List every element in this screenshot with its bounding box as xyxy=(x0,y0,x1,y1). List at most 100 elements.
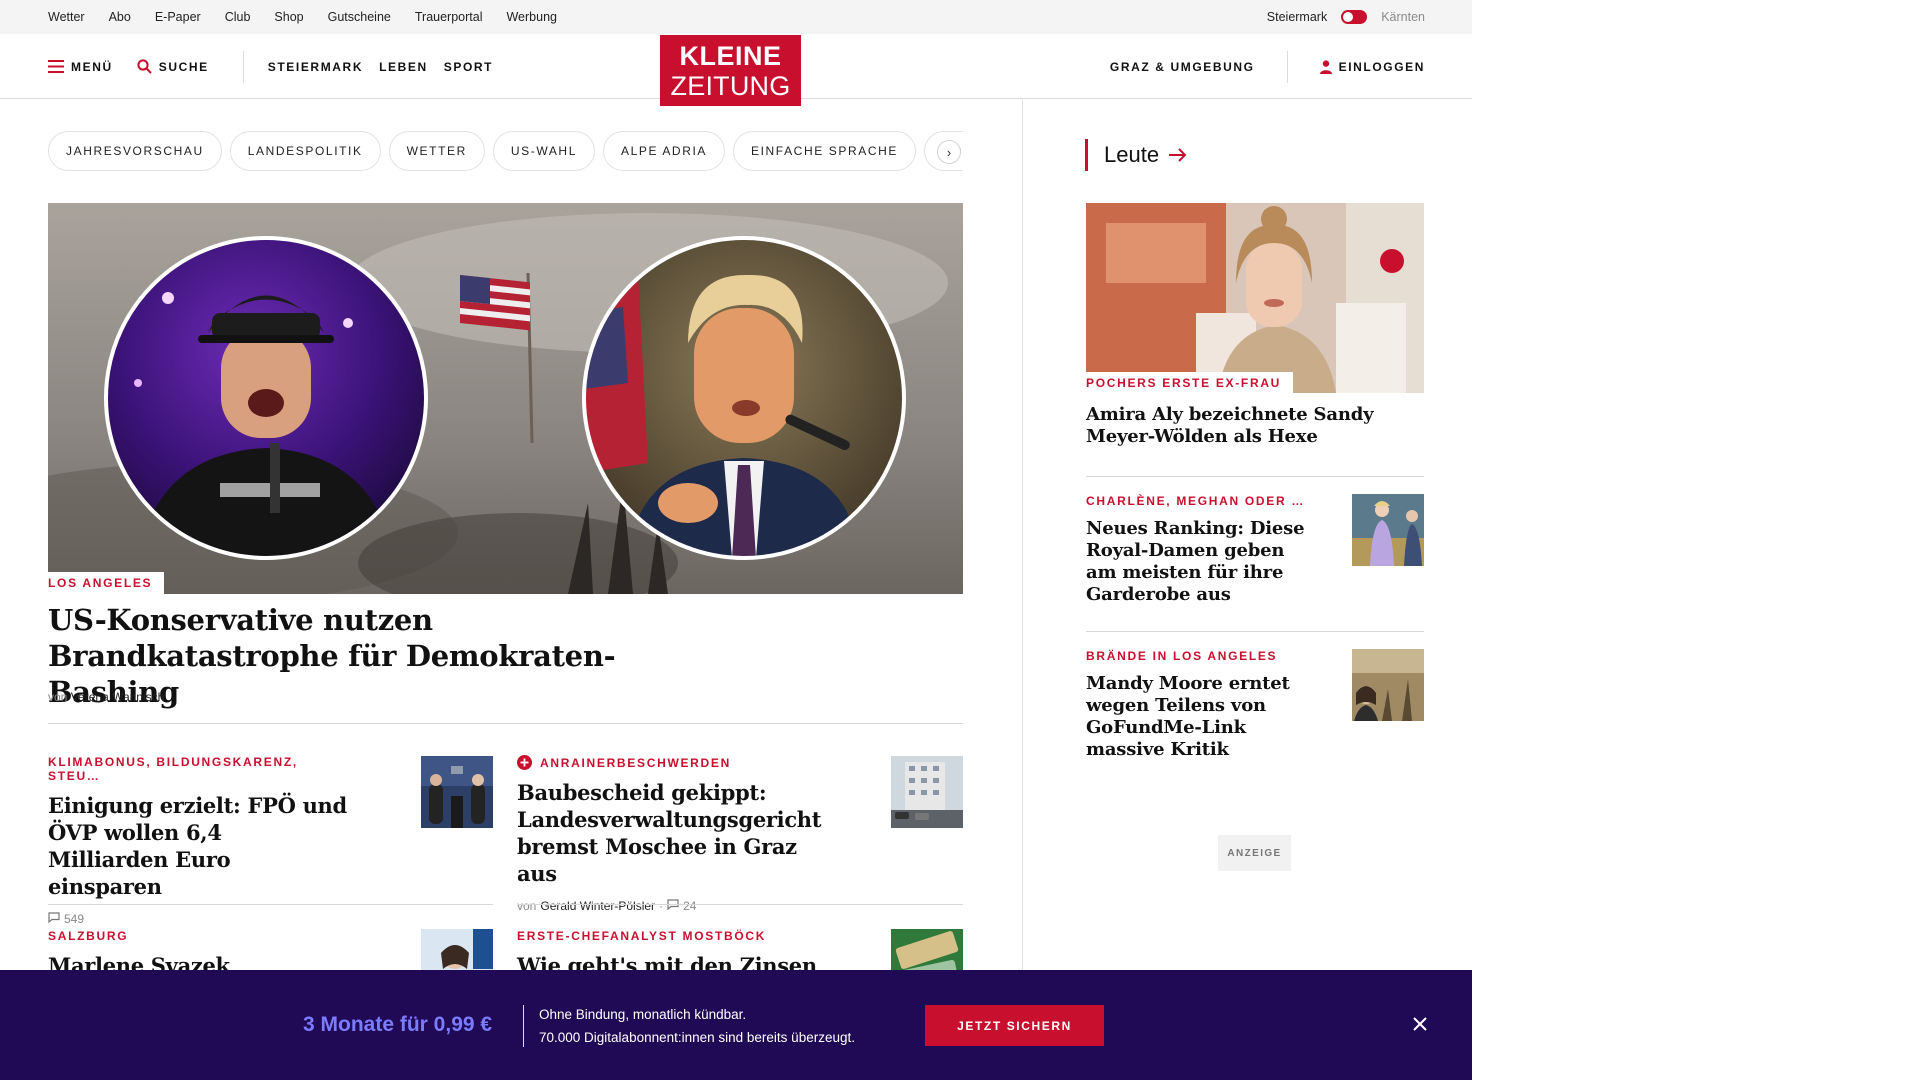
subscription-banner: 3 Monate für 0,99 € Ohne Bindung, monatl… xyxy=(0,970,1472,1080)
search-icon xyxy=(137,59,152,74)
article-card-2[interactable]: ANRAINERBESCHWERDEN Baubescheid gekippt:… xyxy=(517,755,837,913)
arrow-right-icon xyxy=(1169,148,1187,162)
sidebar-3-thumbnail[interactable] xyxy=(1352,649,1424,721)
nav-sport[interactable]: SPORT xyxy=(444,60,493,74)
byline-prefix: von xyxy=(48,690,68,704)
utility-link-club[interactable]: Club xyxy=(225,10,251,24)
article-2-byline-prefix: von xyxy=(517,899,537,913)
menu-button[interactable]: MENÜ xyxy=(48,60,113,74)
chip-jahresvorschau[interactable]: JAHRESVORSCHAU xyxy=(48,131,222,171)
close-banner-button[interactable] xyxy=(1408,1014,1432,1038)
chip-alpe-adria[interactable]: ALPE ADRIA xyxy=(602,131,725,171)
sidebar-3-kicker: BRÄNDE IN LOS ANGELES xyxy=(1086,649,1278,663)
sidebar-2-title[interactable]: Neues Ranking: Diese Royal-Damen geben a… xyxy=(1086,518,1306,606)
sidebar-card-3[interactable]: BRÄNDE IN LOS ANGELES Mandy Moore erntet… xyxy=(1086,649,1306,761)
leute-label: Leute xyxy=(1104,142,1160,167)
sidebar-divider-2 xyxy=(1086,631,1424,632)
utility-link-shop[interactable]: Shop xyxy=(274,10,303,24)
sidebar-1-title[interactable]: Amira Aly bezeichnete Sandy Meyer-Wölden… xyxy=(1086,404,1406,448)
sidebar-2-kicker: CHARLÈNE, MEGHAN ODER … xyxy=(1086,494,1306,508)
article-4-kicker: ERSTE-CHEFANALYST MOSTBÖCK xyxy=(517,929,767,943)
chip-einfache-sprache[interactable]: EINFACHE SPRACHE xyxy=(733,131,916,171)
page-background-margin xyxy=(1472,0,1920,1080)
hero-image[interactable] xyxy=(48,203,963,594)
article-2-title[interactable]: Baubescheid gekippt: Landesverwaltungsge… xyxy=(517,779,837,887)
sidebar-lead-kicker-box: POCHERS ERSTE EX-FRAU xyxy=(1086,372,1294,394)
header-right: GRAZ & UMGEBUNG EINLOGGEN xyxy=(1110,34,1425,99)
utility-link-gutscheine[interactable]: Gutscheine xyxy=(328,10,391,24)
chevron-right-icon: › xyxy=(946,144,952,160)
utility-link-werbung[interactable]: Werbung xyxy=(506,10,557,24)
utility-links: Wetter Abo E-Paper Club Shop Gutscheine … xyxy=(48,0,581,34)
article-1-meta: 549 xyxy=(48,912,348,926)
banner-text: Ohne Bindung, monatlich kündbar. 70.000 … xyxy=(539,1003,855,1049)
region-switch: Steiermark Kärnten xyxy=(1267,0,1425,34)
subscribe-button[interactable]: JETZT SICHERN xyxy=(925,1005,1104,1046)
article-card-1[interactable]: KLIMABONUS, BILDUNGSKARENZ, STEU… Einigu… xyxy=(48,755,348,926)
meta-dot: · xyxy=(659,899,664,913)
sidebar-2-thumbnail[interactable] xyxy=(1352,494,1424,566)
user-icon xyxy=(1319,59,1332,74)
chip-us-wahl[interactable]: US-WAHL xyxy=(492,131,595,171)
sidebar-3-title[interactable]: Mandy Moore erntet wegen Teilens von GoF… xyxy=(1086,673,1306,761)
utility-bar: Wetter Abo E-Paper Club Shop Gutscheine … xyxy=(0,0,1472,34)
article-1-comments[interactable]: 549 xyxy=(64,912,84,926)
utility-link-wetter[interactable]: Wetter xyxy=(48,10,85,24)
logo-line-2: ZEITUNG xyxy=(670,71,791,101)
header-divider-right xyxy=(1286,50,1288,83)
utility-link-abo[interactable]: Abo xyxy=(109,10,131,24)
login-button[interactable]: EINLOGGEN xyxy=(1319,59,1425,74)
banner-line-1: Ohne Bindung, monatlich kündbar. xyxy=(539,1007,747,1022)
header-divider xyxy=(242,50,244,83)
article-1-thumbnail[interactable] xyxy=(421,756,493,828)
region-kaernten[interactable]: Kärnten xyxy=(1381,10,1425,24)
article-2-meta: von Gerald Winter-Pölsler · 24 xyxy=(517,899,837,913)
chip-wetter[interactable]: WETTER xyxy=(388,131,485,171)
sidebar-card-2[interactable]: CHARLÈNE, MEGHAN ODER … Neues Ranking: D… xyxy=(1086,494,1306,606)
utility-link-epaper[interactable]: E-Paper xyxy=(155,10,201,24)
article-2-thumbnail[interactable] xyxy=(891,756,963,828)
sidebar-divider-1 xyxy=(1086,476,1424,477)
chip-landespolitik[interactable]: LANDESPOLITIK xyxy=(229,131,381,171)
section-heading-leute[interactable]: Leute xyxy=(1085,139,1187,171)
banner-divider xyxy=(523,1005,524,1047)
region-toggle[interactable] xyxy=(1341,10,1368,24)
article-3-kicker: SALZBURG xyxy=(48,929,129,943)
search-button[interactable]: SUCHE xyxy=(137,59,209,74)
site-logo[interactable]: KLEINE ZEITUNG xyxy=(660,35,801,106)
sidebar-1-kicker: POCHERS ERSTE EX-FRAU xyxy=(1086,376,1282,390)
nav-leben[interactable]: LEBEN xyxy=(379,60,428,74)
logo-line-1: KLEINE xyxy=(679,41,782,71)
sidebar-lead-image[interactable] xyxy=(1086,203,1424,393)
hero-byline: von Verena Wannisch xyxy=(48,690,164,704)
chips-next-button[interactable]: › xyxy=(937,140,961,164)
banner-line-2: 70.000 Digitalabonnent:innen sind bereit… xyxy=(539,1030,855,1045)
region-steiermark[interactable]: Steiermark xyxy=(1267,10,1327,24)
grid-divider-left xyxy=(48,904,493,905)
grid-divider-right xyxy=(517,904,963,905)
article-2-author[interactable]: Gerald Winter-Pölsler xyxy=(540,899,655,913)
topic-chips: JAHRESVORSCHAU LANDESPOLITIK WETTER US-W… xyxy=(48,131,963,171)
login-label: EINLOGGEN xyxy=(1338,59,1425,74)
hero-divider xyxy=(48,723,963,724)
plus-icon xyxy=(517,755,532,770)
local-region-link[interactable]: GRAZ & UMGEBUNG xyxy=(1110,60,1255,74)
nav-steiermark[interactable]: STEIERMARK xyxy=(268,60,363,74)
comment-icon xyxy=(48,912,60,926)
column-divider xyxy=(1022,99,1023,970)
search-label: SUCHE xyxy=(158,59,209,74)
menu-label: MENÜ xyxy=(71,59,113,74)
ad-label: ANZEIGE xyxy=(1218,835,1291,871)
header-left: MENÜ SUCHE STEIERMARK LEBEN SPORT xyxy=(48,34,493,99)
hamburger-icon xyxy=(48,60,64,73)
close-icon xyxy=(1413,1016,1427,1036)
main-header: MENÜ SUCHE STEIERMARK LEBEN SPORT KLEINE… xyxy=(0,34,1472,106)
hero-kicker-box: LOS ANGELES xyxy=(48,572,165,594)
utility-link-trauerportal[interactable]: Trauerportal xyxy=(415,10,483,24)
article-2-comments[interactable]: 24 xyxy=(683,899,696,913)
article-1-title[interactable]: Einigung erzielt: FPÖ und ÖVP wollen 6,4… xyxy=(48,792,348,900)
hero-kicker[interactable]: LOS ANGELES xyxy=(48,576,152,590)
hero-author[interactable]: Verena Wannisch xyxy=(71,690,165,704)
article-2-kicker-row: ANRAINERBESCHWERDEN xyxy=(517,755,837,770)
comment-icon xyxy=(667,899,679,913)
